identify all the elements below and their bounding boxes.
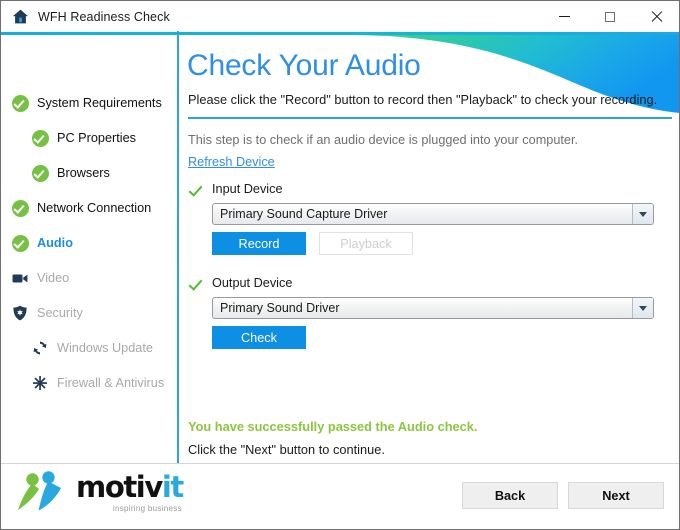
logo-name-accent: it [161, 470, 184, 504]
sidebar-item-browsers[interactable]: Browsers [31, 162, 110, 184]
logo-name-main: motiv [76, 470, 163, 504]
minimize-button[interactable] [541, 1, 587, 32]
header-rule [188, 117, 672, 119]
check-icon [188, 182, 203, 197]
playback-button: Playback [319, 232, 413, 255]
check-circle-icon [31, 164, 49, 182]
video-camera-icon [11, 269, 29, 287]
sidebar-item-windows-update[interactable]: Windows Update [31, 337, 153, 359]
home-icon [11, 8, 29, 26]
input-device-select[interactable]: Primary Sound Capture Driver [212, 203, 654, 225]
output-device-select[interactable]: Primary Sound Driver [212, 297, 654, 319]
output-device-label: Output Device [212, 276, 293, 290]
title-bar: WFH Readiness Check [1, 1, 679, 32]
input-device-label: Input Device [212, 182, 283, 196]
maximize-icon [605, 11, 615, 22]
close-icon [650, 11, 662, 23]
sidebar-item-label: Security [37, 306, 83, 320]
sidebar-item-label: System Requirements [37, 96, 162, 110]
sidebar-item-security[interactable]: Security [11, 302, 83, 324]
sidebar-item-pc-properties[interactable]: PC Properties [31, 127, 136, 149]
check-button[interactable]: Check [212, 326, 306, 349]
back-button[interactable]: Back [462, 482, 558, 509]
input-device-header: Input Device [188, 180, 283, 198]
refresh-icon [31, 339, 49, 357]
check-icon [188, 276, 203, 291]
output-device-value: Primary Sound Driver [220, 301, 340, 315]
sidebar-item-label: Video [37, 271, 70, 285]
chevron-down-icon[interactable] [632, 298, 653, 318]
sidebar-item-label: Windows Update [57, 341, 153, 355]
main-content: Check Your Audio Please click the "Recor… [179, 35, 679, 463]
app-window: WFH Readiness Check System Requirements … [0, 0, 680, 530]
firewall-icon [31, 374, 49, 392]
minimize-icon [558, 16, 570, 17]
sidebar-item-label: Audio [37, 236, 73, 250]
logo-tagline: inspiring business [112, 504, 182, 513]
sidebar-item-network-connection[interactable]: Network Connection [11, 197, 151, 219]
sidebar-item-firewall-antivirus[interactable]: Firewall & Antivirus [31, 372, 164, 394]
sidebar: System Requirements PC Properties Browse… [1, 35, 177, 463]
page-subtitle: Please click the "Record" button to reco… [188, 92, 658, 107]
close-button[interactable] [633, 1, 679, 32]
success-message: You have successfully passed the Audio c… [188, 419, 478, 434]
footer: motivit inspiring business Back Next [1, 464, 679, 529]
sidebar-item-label: Browsers [57, 166, 110, 180]
check-circle-icon [31, 129, 49, 147]
check-circle-icon [11, 234, 29, 252]
chevron-down-icon[interactable] [632, 204, 653, 224]
logo-wordmark: motivit inspiring business [76, 470, 184, 514]
next-button[interactable]: Next [568, 482, 664, 509]
sidebar-item-system-requirements[interactable]: System Requirements [11, 92, 162, 114]
logo-mark-icon [18, 471, 61, 511]
window-title: WFH Readiness Check [38, 9, 170, 24]
sidebar-item-video[interactable]: Video [11, 267, 69, 289]
sidebar-item-audio[interactable]: Audio [11, 232, 73, 254]
sidebar-item-label: Firewall & Antivirus [57, 376, 165, 390]
sidebar-item-label: Network Connection [37, 201, 152, 215]
page-title: Check Your Audio [187, 49, 421, 82]
check-circle-icon [11, 94, 29, 112]
window-controls [541, 1, 679, 32]
shield-icon [11, 304, 29, 322]
brand-logo: motivit inspiring business [17, 470, 184, 514]
step-description: This step is to check if an audio device… [188, 133, 579, 147]
sidebar-item-label: PC Properties [57, 131, 136, 145]
input-device-value: Primary Sound Capture Driver [220, 207, 388, 221]
continue-hint: Click the "Next" button to continue. [188, 442, 385, 457]
maximize-button[interactable] [587, 1, 633, 32]
output-device-header: Output Device [188, 274, 292, 292]
refresh-device-link[interactable]: Refresh Device [188, 155, 275, 169]
record-button[interactable]: Record [212, 232, 306, 255]
check-circle-icon [11, 199, 29, 217]
